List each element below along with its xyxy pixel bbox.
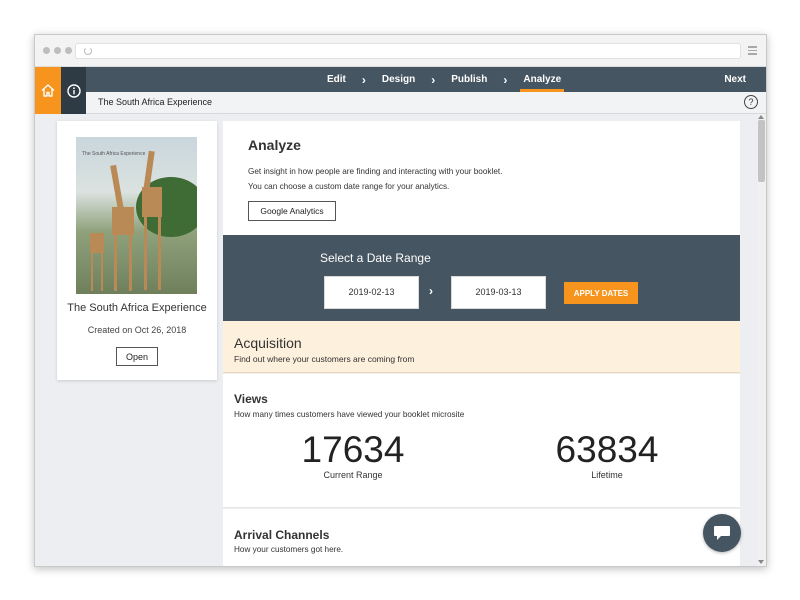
date-range-heading: Select a Date Range — [320, 251, 431, 265]
cover-title: The South Africa Experience — [82, 151, 146, 157]
lifetime-label: Lifetime — [591, 470, 623, 480]
booklet-title-bar: The South Africa Experience ? — [86, 92, 766, 114]
booklet-name: The South Africa Experience — [67, 302, 207, 314]
browser-window: Edit › Design › Publish › Analyze Next T… — [34, 34, 767, 567]
scroll-thumb[interactable] — [758, 120, 765, 182]
page-scrollbar[interactable] — [757, 114, 766, 566]
address-bar[interactable] — [75, 43, 741, 59]
browser-chrome — [35, 35, 766, 67]
chevron-right-icon: › — [431, 72, 436, 87]
step-publish[interactable]: Publish — [449, 74, 489, 85]
step-design[interactable]: Design — [380, 74, 417, 85]
chevron-right-icon: › — [503, 72, 508, 87]
next-button[interactable]: Next — [724, 67, 746, 92]
acquisition-heading: Acquisition — [234, 335, 302, 351]
views-heading: Views — [234, 392, 268, 406]
chat-icon — [714, 526, 730, 540]
current-range-label: Current Range — [323, 470, 383, 480]
home-button[interactable] — [35, 67, 61, 114]
booklet-cover-image: The South Africa Experience — [76, 137, 197, 294]
analytics-panel: Analyze Get insight in how people are fi… — [223, 121, 740, 566]
chevron-right-icon: › — [361, 72, 366, 87]
analyze-section: Analyze Get insight in how people are fi… — [223, 121, 740, 235]
home-icon — [41, 84, 55, 97]
browser-menu-icon[interactable] — [748, 46, 757, 57]
created-date: Created on Oct 26, 2018 — [87, 325, 187, 335]
help-icon[interactable]: ? — [744, 95, 758, 109]
page-title: Analyze — [248, 137, 301, 153]
step-analyze[interactable]: Analyze — [520, 74, 564, 92]
arrival-heading: Arrival Channels — [234, 528, 330, 542]
step-edit[interactable]: Edit — [325, 74, 348, 85]
workflow-steps: Edit › Design › Publish › Analyze — [325, 67, 564, 92]
apply-dates-button[interactable]: APPLY DATES — [564, 282, 638, 304]
current-range-stat: 17634 Current Range — [273, 429, 433, 481]
chevron-right-icon: › — [429, 284, 433, 298]
acquisition-section: Acquisition Find out where your customer… — [223, 321, 740, 373]
acquisition-subtitle: Find out where your customers are coming… — [234, 354, 415, 364]
window-controls[interactable] — [43, 47, 72, 54]
lifetime-stat: 63834 Lifetime — [527, 429, 687, 481]
booklet-title: The South Africa Experience — [98, 97, 213, 107]
scroll-down-icon[interactable] — [758, 560, 764, 564]
arrival-channels-section: Arrival Channels How your customers got … — [223, 509, 740, 566]
date-range-section: Select a Date Range 2019-02-13 › 2019-03… — [223, 235, 740, 321]
lifetime-value: 63834 — [555, 429, 659, 470]
booklet-card: The South Africa Experience The South Af… — [57, 121, 217, 380]
end-date-field[interactable]: 2019-03-13 — [451, 276, 546, 309]
google-analytics-button[interactable]: Google Analytics — [248, 201, 336, 221]
current-range-value: 17634 — [301, 429, 405, 470]
arrival-subtitle: How your customers got here. — [234, 545, 344, 554]
analyze-description: Get insight in how people are finding an… — [248, 167, 503, 191]
open-button[interactable]: Open — [116, 347, 158, 366]
info-icon — [66, 83, 81, 98]
chat-button[interactable] — [703, 514, 741, 552]
views-subtitle: How many times customers have viewed you… — [234, 410, 465, 419]
views-section: Views How many times customers have view… — [223, 374, 740, 508]
start-date-field[interactable]: 2019-02-13 — [324, 276, 419, 309]
reload-icon[interactable] — [84, 47, 92, 55]
scroll-up-icon[interactable] — [758, 115, 764, 119]
info-button[interactable] — [61, 67, 86, 114]
